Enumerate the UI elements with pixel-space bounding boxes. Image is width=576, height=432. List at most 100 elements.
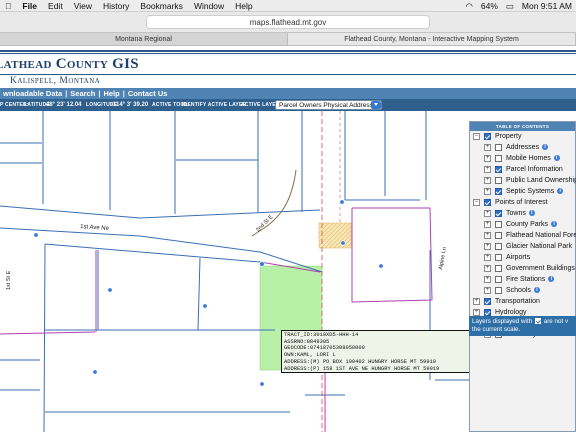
layer-checkbox[interactable] (495, 221, 502, 228)
menu-bookmarks[interactable]: Bookmarks (135, 0, 189, 12)
street-label-1st-ave: 1st Ave Ne (80, 224, 110, 232)
info-icon[interactable]: i (548, 276, 555, 282)
chevron-down-icon[interactable] (371, 101, 381, 109)
tab-montana-regional[interactable]: Montana Regional (0, 33, 288, 45)
toc-layer-row[interactable]: − Points of Interest (470, 197, 575, 208)
info-icon[interactable]: i (533, 287, 540, 293)
menu-view[interactable]: View (69, 0, 98, 12)
expand-icon[interactable]: + (473, 309, 480, 316)
toc-layer-row[interactable]: + Towns i (470, 208, 575, 219)
layer-label: Glacier National Park (506, 241, 572, 252)
address-bar[interactable]: maps.flathead.mt.gov (146, 15, 430, 29)
toc-layer-row[interactable]: − Property (470, 131, 575, 142)
street-label-left: 1st St E (6, 270, 12, 290)
toc-layer-row[interactable]: + Schools i (470, 285, 575, 296)
expand-icon[interactable]: + (484, 265, 491, 272)
toc-layer-row[interactable]: + Fire Stations i (470, 274, 575, 285)
tab-flathead-mapping[interactable]: Flathead County, Montana - Interactive M… (288, 33, 576, 45)
expand-icon[interactable]: + (484, 254, 491, 261)
info-icon[interactable]: i (551, 221, 558, 227)
nav-downloadable-data[interactable]: wnloadable Data (0, 88, 65, 99)
expand-icon[interactable]: + (484, 221, 491, 228)
toc-layer-row[interactable]: + Flathead National Forest (470, 230, 576, 241)
layer-checkbox[interactable] (495, 155, 502, 162)
layer-checkbox[interactable] (495, 210, 502, 217)
toc-layer-row[interactable]: + Glacier National Park (470, 241, 575, 252)
layer-checkbox[interactable] (495, 188, 502, 195)
layer-checkbox[interactable] (495, 265, 502, 272)
expand-icon[interactable]: + (484, 210, 491, 217)
menu-edit[interactable]: Edit (43, 0, 69, 12)
menu-history[interactable]: History (98, 0, 135, 12)
layer-label: Parcel Information (506, 164, 563, 175)
toc-layer-row[interactable]: + Transportation (470, 296, 575, 307)
nav-search[interactable]: Search (67, 88, 98, 99)
info-icon[interactable]: i (528, 210, 535, 216)
menu-items:  File Edit View History Bookmarks Windo… (0, 0, 259, 12)
layer-checkbox[interactable] (484, 298, 491, 305)
menu-file[interactable]: File (17, 0, 43, 12)
site-title: lathead County GIS (0, 56, 139, 72)
layer-label-text: Septic Systems (506, 188, 555, 195)
layer-checkbox[interactable] (495, 177, 502, 184)
layer-label-text: Property (495, 133, 522, 140)
toc-layer-row[interactable]: + Septic Systems i (470, 186, 575, 197)
layer-checkbox[interactable] (484, 309, 491, 316)
toc-layer-row[interactable]: + Mobile Homes i (470, 153, 575, 164)
expand-icon[interactable]: + (484, 155, 491, 162)
toc-layer-row[interactable]: + Parcel Information (470, 164, 575, 175)
boundary-lines (0, 207, 433, 432)
expand-icon[interactable]: + (484, 276, 491, 283)
popup-physical-address: ADDRESS:(P) 158 1ST AVE NE HUNGRY HORSE … (284, 365, 440, 372)
layer-checkbox[interactable] (495, 243, 502, 250)
info-icon[interactable]: i (557, 188, 564, 194)
address-point (259, 261, 265, 267)
layer-checkbox[interactable] (484, 199, 491, 206)
layer-checkbox[interactable] (495, 254, 502, 261)
battery-icon[interactable]: ▭ (506, 0, 514, 12)
layer-label: County Parks i (506, 219, 558, 230)
layer-checkbox[interactable] (495, 287, 502, 294)
clock[interactable]: Mon 9:51 AM (522, 0, 572, 12)
toc-layer-row[interactable]: + Government Buildings (470, 263, 575, 274)
expand-icon[interactable]: + (484, 177, 491, 184)
layer-checkbox[interactable] (495, 166, 502, 173)
expand-icon[interactable]: + (484, 188, 491, 195)
address-point (107, 287, 113, 293)
popup-assrno: ASSRNO:0849305 (284, 338, 330, 345)
collapse-icon[interactable]: − (473, 133, 480, 140)
toc-layer-row[interactable]: + Airports (470, 252, 575, 263)
expand-icon[interactable]: + (484, 144, 491, 151)
expand-icon[interactable]: + (484, 166, 491, 173)
layer-checkbox[interactable] (495, 144, 502, 151)
nav-contact-us[interactable]: Contact Us (125, 88, 171, 99)
toc-layer-row[interactable]: + Public Land Ownership (470, 175, 576, 186)
layer-checkbox[interactable] (495, 232, 502, 239)
battery-percent[interactable]: 64% (481, 0, 498, 12)
header-rule-top (0, 50, 576, 52)
toc-layer-row[interactable]: + Addresses i (470, 142, 575, 153)
menu-help[interactable]: Help (230, 0, 258, 12)
info-icon[interactable]: i (553, 155, 560, 161)
address-point (202, 303, 208, 309)
layer-checkbox[interactable] (495, 276, 502, 283)
apple-menu-icon[interactable]:  (0, 0, 17, 12)
layer-label-text: Parcel Information (506, 166, 563, 173)
expand-icon[interactable]: + (484, 232, 491, 239)
popup-geocode: GEOCODE:07418705308050000 (284, 345, 365, 352)
layer-label: Property (495, 131, 521, 142)
header-rule-top-thin (0, 53, 576, 54)
expand-icon[interactable]: + (484, 243, 491, 250)
expand-icon[interactable]: + (484, 287, 491, 294)
layer-checkbox[interactable] (484, 133, 491, 140)
layer-label-text: Hydrology (495, 309, 527, 316)
nav-help[interactable]: Help (100, 88, 122, 99)
active-layer-select[interactable]: Parcel Owners Physical Address (275, 100, 382, 110)
menu-window[interactable]: Window (189, 0, 230, 12)
toc-layer-row[interactable]: + County Parks i (470, 219, 575, 230)
wifi-icon[interactable]: ◠ (465, 0, 472, 12)
collapse-icon[interactable]: − (473, 199, 480, 206)
expand-icon[interactable]: + (473, 298, 480, 305)
info-icon[interactable]: i (542, 144, 549, 150)
layer-label: Addresses i (506, 142, 549, 153)
